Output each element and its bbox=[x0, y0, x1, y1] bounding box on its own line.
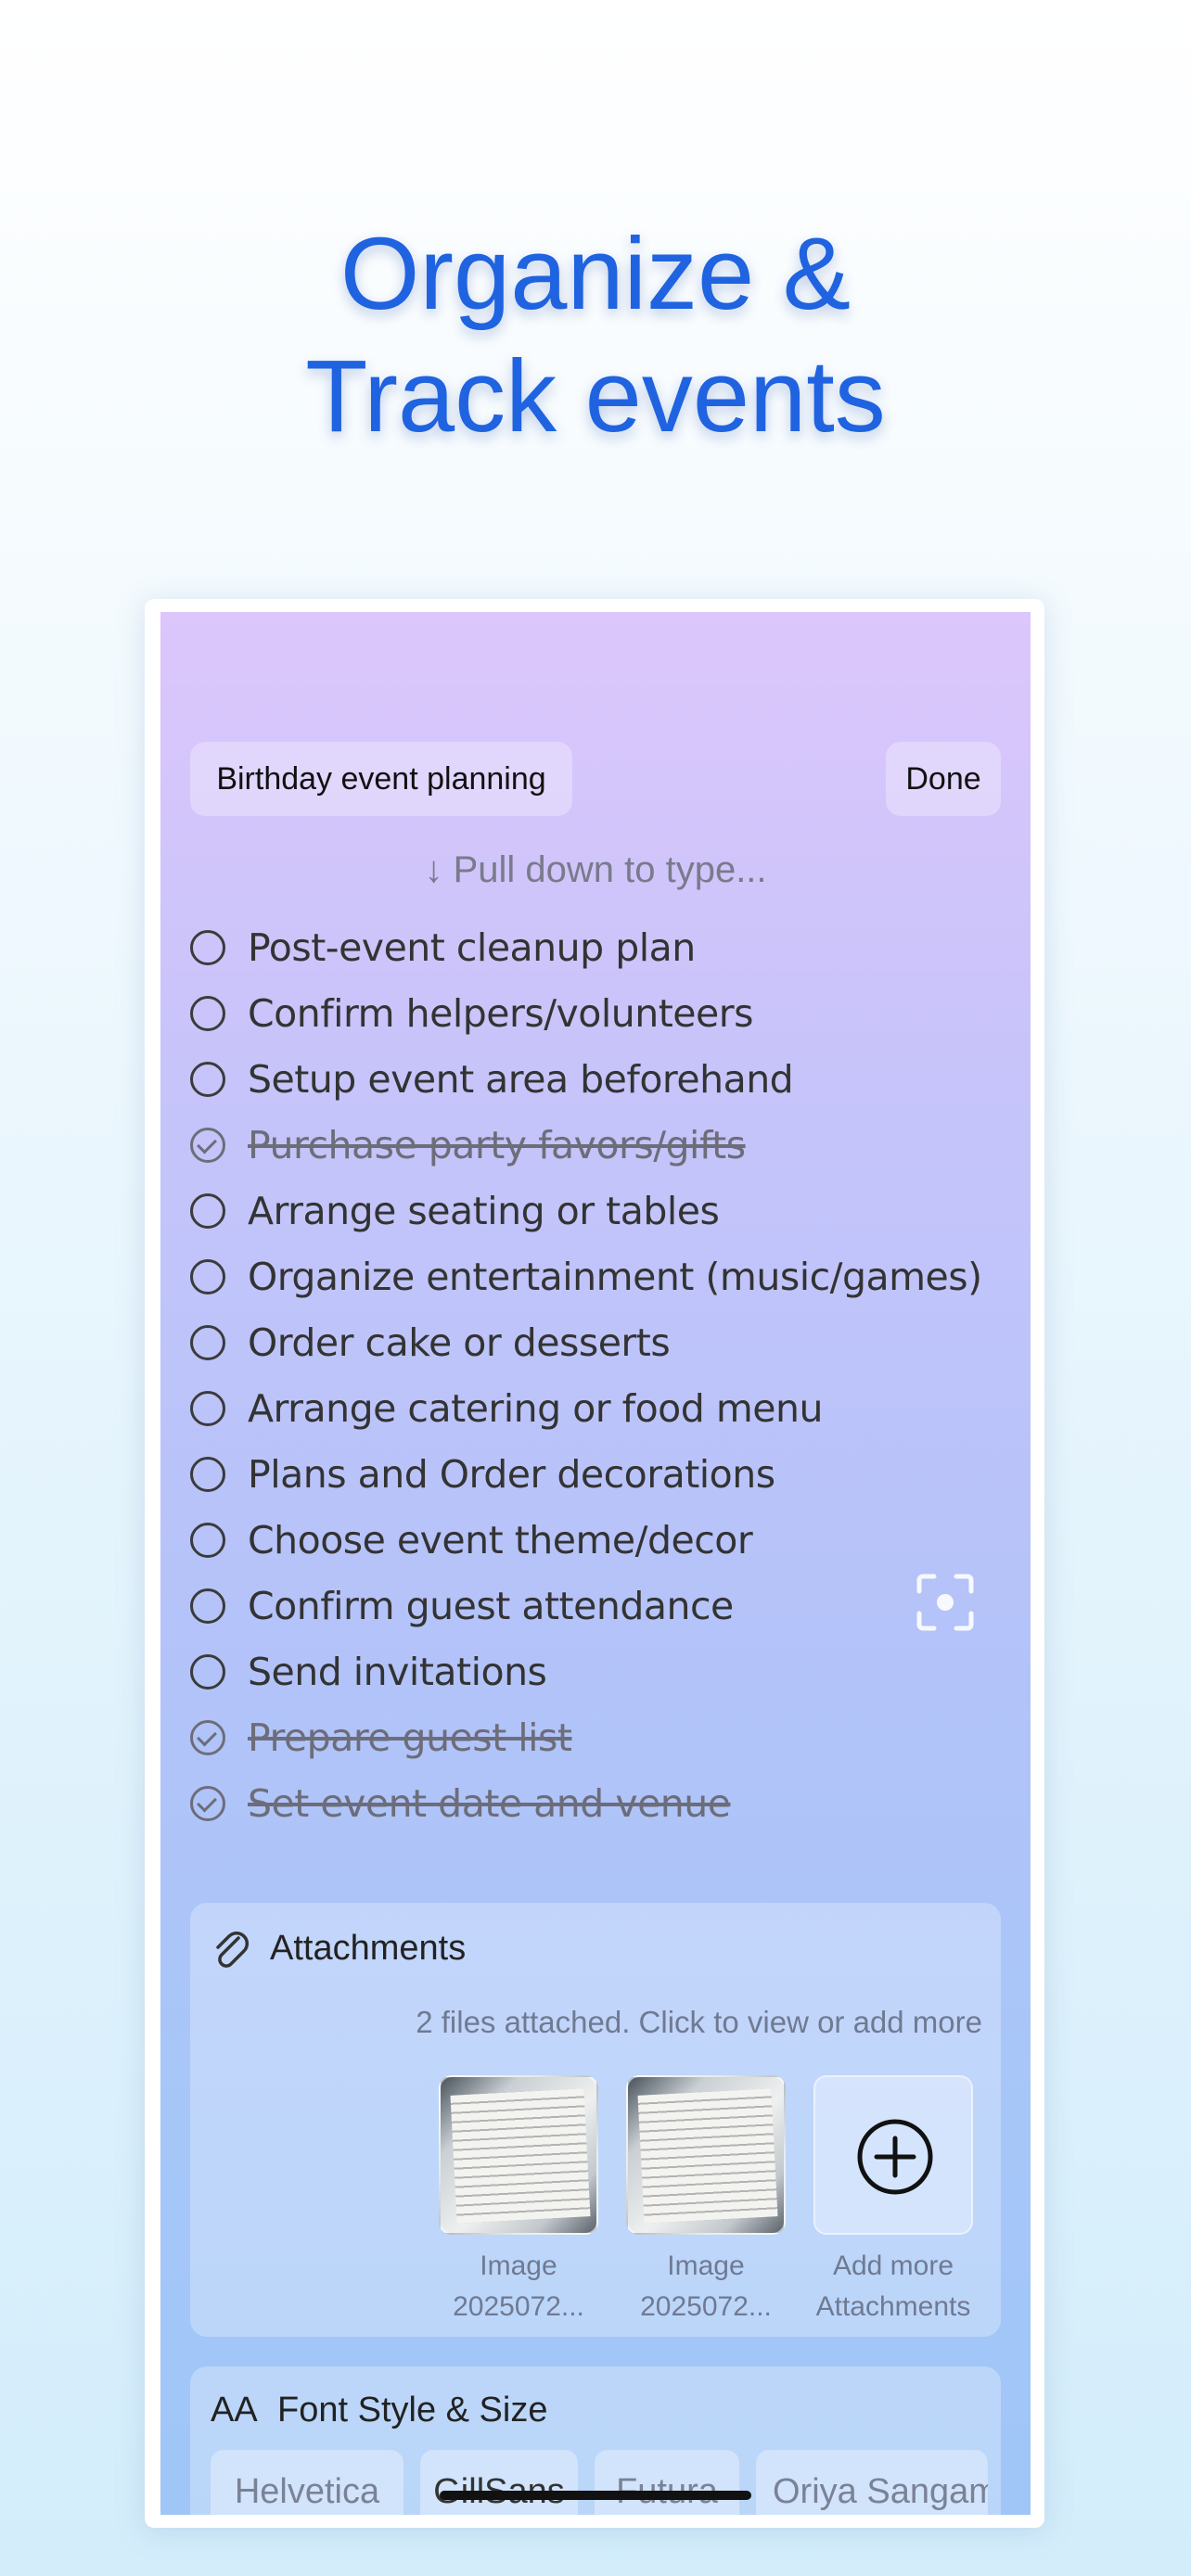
unchecked-circle-icon[interactable] bbox=[190, 1324, 225, 1360]
headline-line-1: Organize & bbox=[339, 217, 852, 331]
font-option-futura[interactable]: Futura bbox=[595, 2450, 739, 2515]
checklist-item-label: Confirm helpers/volunteers bbox=[248, 990, 753, 1036]
checklist-item-label: Organize entertainment (music/games) bbox=[248, 1254, 982, 1299]
note-title-button[interactable]: Birthday event planning bbox=[190, 742, 572, 816]
checklist-item-label: Post-event cleanup plan bbox=[248, 925, 696, 970]
add-caption-line: Attachments bbox=[815, 2291, 971, 2322]
font-option-oriya-sangam[interactable]: Oriya Sangam bbox=[756, 2450, 988, 2515]
checklist-item-label: Prepare guest list bbox=[248, 1715, 572, 1760]
checklist-item-label: Arrange catering or food menu bbox=[248, 1385, 823, 1431]
checked-circle-icon[interactable] bbox=[190, 1127, 225, 1163]
checklist-item[interactable]: Prepare guest list bbox=[190, 1704, 1006, 1770]
attachment-thumbnail[interactable] bbox=[626, 2075, 786, 2235]
attachment-caption: Image 2025072... bbox=[613, 2246, 799, 2327]
checklist-item[interactable]: Set event date and venue bbox=[190, 1770, 1006, 1836]
checklist-item-label: Order cake or desserts bbox=[248, 1320, 671, 1365]
attachments-card: Attachments 2 files attached. Click to v… bbox=[190, 1903, 1001, 2337]
unchecked-circle-icon[interactable] bbox=[190, 1192, 225, 1229]
attachment-thumbnail[interactable] bbox=[439, 2075, 598, 2235]
checklist-item[interactable]: Organize entertainment (music/games) bbox=[190, 1243, 1006, 1309]
checklist: Post-event cleanup plan Confirm helpers/v… bbox=[190, 914, 1006, 1836]
checklist-item[interactable]: Arrange seating or tables bbox=[190, 1178, 1006, 1243]
checklist-item[interactable]: Purchase party favors/gifts bbox=[190, 1112, 1006, 1178]
add-caption-line: Add more bbox=[832, 2251, 954, 2281]
note-screen: Birthday event planning Done ↓ Pull down… bbox=[160, 612, 1031, 2515]
font-option-helvetica[interactable]: Helvetica bbox=[211, 2450, 403, 2515]
checklist-item[interactable]: Confirm guest attendance bbox=[190, 1573, 1006, 1639]
attachment-caption-line: 2025072... bbox=[640, 2291, 772, 2322]
checklist-item[interactable]: Choose event theme/decor bbox=[190, 1507, 1006, 1573]
font-size-icon: AA bbox=[211, 2391, 258, 2429]
unchecked-circle-icon[interactable] bbox=[190, 1588, 225, 1624]
checklist-item-label: Set event date and venue bbox=[248, 1780, 731, 1826]
checklist-item-label: Purchase party favors/gifts bbox=[248, 1122, 746, 1167]
unchecked-circle-icon[interactable] bbox=[190, 929, 225, 965]
home-indicator bbox=[440, 2491, 751, 2500]
attachment-caption-line: 2025072... bbox=[453, 2291, 584, 2322]
unchecked-circle-icon[interactable] bbox=[190, 995, 225, 1031]
plus-circle-icon bbox=[857, 2119, 933, 2195]
unchecked-circle-icon[interactable] bbox=[190, 1258, 225, 1294]
checklist-item-label: Choose event theme/decor bbox=[248, 1517, 753, 1562]
unchecked-circle-icon[interactable] bbox=[190, 1522, 225, 1558]
checklist-item[interactable]: Setup event area beforehand bbox=[190, 1046, 1006, 1112]
add-attachment-button[interactable] bbox=[813, 2075, 973, 2235]
checklist-item-label: Arrange seating or tables bbox=[248, 1188, 720, 1233]
checklist-item[interactable]: Plans and Order decorations bbox=[190, 1441, 1006, 1507]
unchecked-circle-icon[interactable] bbox=[190, 1061, 225, 1097]
font-style-title: Font Style & Size bbox=[277, 2391, 548, 2429]
checklist-item[interactable]: Arrange catering or food menu bbox=[190, 1375, 1006, 1441]
unchecked-circle-icon[interactable] bbox=[190, 1456, 225, 1492]
headline: Organize & Track events bbox=[0, 213, 1191, 458]
checklist-item-label: Plans and Order decorations bbox=[248, 1451, 775, 1497]
attachment-caption-line: Image bbox=[480, 2251, 557, 2281]
paperclip-icon bbox=[216, 1931, 250, 1968]
attachments-summary[interactable]: 2 files attached. Click to view or add m… bbox=[416, 2005, 982, 2040]
unchecked-circle-icon[interactable] bbox=[190, 1390, 225, 1426]
add-attachment-caption: Add more Attachments bbox=[800, 2246, 986, 2327]
checklist-item-label: Confirm guest attendance bbox=[248, 1583, 734, 1628]
headline-line-2: Track events bbox=[305, 339, 886, 453]
checked-circle-icon[interactable] bbox=[190, 1785, 225, 1821]
checklist-item[interactable]: Send invitations bbox=[190, 1639, 1006, 1704]
attachment-caption-line: Image bbox=[667, 2251, 745, 2281]
pull-down-hint: ↓ Pull down to type... bbox=[424, 849, 767, 890]
attachments-title: Attachments bbox=[270, 1929, 467, 1968]
checklist-item-label: Setup event area beforehand bbox=[248, 1056, 794, 1102]
scan-icon[interactable] bbox=[914, 1571, 977, 1634]
checklist-item-label: Send invitations bbox=[248, 1649, 547, 1694]
checked-circle-icon[interactable] bbox=[190, 1719, 225, 1755]
checklist-item[interactable]: Post-event cleanup plan bbox=[190, 914, 1006, 980]
checklist-item[interactable]: Order cake or desserts bbox=[190, 1309, 1006, 1375]
unchecked-circle-icon[interactable] bbox=[190, 1653, 225, 1690]
checklist-item[interactable]: Confirm helpers/volunteers bbox=[190, 980, 1006, 1046]
attachment-caption: Image 2025072... bbox=[426, 2246, 611, 2327]
done-button[interactable]: Done bbox=[886, 742, 1001, 816]
font-option-gillsans[interactable]: GillSans bbox=[420, 2450, 578, 2515]
